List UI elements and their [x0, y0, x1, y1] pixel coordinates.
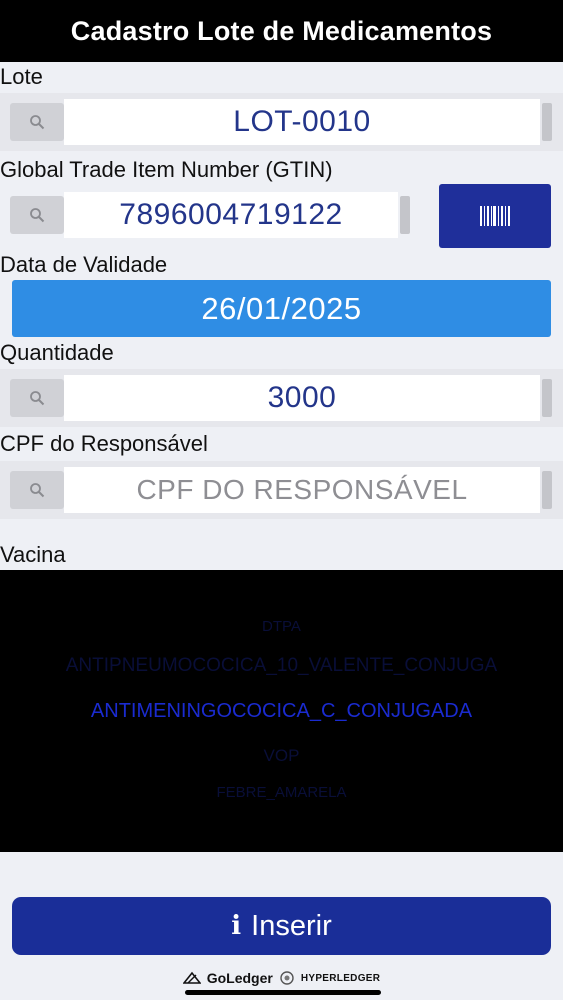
- lote-input[interactable]: LOT-0010: [64, 99, 540, 145]
- vacina-option[interactable]: ANTIPNEUMOCOCICA_10_VALENTE_CONJUGA: [0, 655, 563, 677]
- goledger-brand: GoLedger: [206, 970, 273, 986]
- gtin-search-button[interactable]: [10, 196, 64, 234]
- lote-search-bar[interactable]: LOT-0010: [0, 93, 563, 151]
- cpf-search-button[interactable]: [10, 471, 64, 509]
- hyperledger-logo-icon: [280, 971, 294, 985]
- hyperledger-brand: HYPERLEDGER: [300, 972, 381, 984]
- gtin-search-bar[interactable]: 7896004719122: [0, 186, 424, 244]
- home-indicator: [185, 990, 381, 995]
- vacina-picker[interactable]: DTPA ANTIPNEUMOCOCICA_10_VALENTE_CONJUGA…: [0, 570, 563, 852]
- gtin-input[interactable]: 7896004719122: [64, 192, 398, 238]
- cpf-input[interactable]: CPF DO RESPONSÁVEL: [64, 467, 540, 513]
- vacina-option[interactable]: VOP: [0, 746, 563, 766]
- quantidade-input[interactable]: 3000: [64, 375, 540, 421]
- quantidade-edge-handle: [542, 379, 552, 417]
- page-title: Cadastro Lote de Medicamentos: [0, 0, 563, 62]
- cpf-edge-handle: [542, 471, 552, 509]
- gtin-label: Global Trade Item Number (GTIN): [0, 157, 333, 182]
- validade-label: Data de Validade: [0, 252, 168, 277]
- vacina-option[interactable]: DTPA: [0, 618, 563, 635]
- vacina-option[interactable]: FEBRE_AMARELA: [0, 784, 563, 801]
- quantidade-search-bar[interactable]: 3000: [0, 369, 563, 427]
- cpf-search-bar[interactable]: CPF DO RESPONSÁVEL: [0, 461, 563, 519]
- validade-date-button[interactable]: 26/01/2025: [12, 280, 551, 337]
- lote-edge-handle: [542, 103, 552, 141]
- goledger-logo-icon: [182, 971, 201, 984]
- vacina-label: Vacina: [0, 542, 66, 567]
- insert-button-label: Inserir: [251, 909, 332, 942]
- search-icon: [30, 115, 45, 130]
- quantidade-search-button[interactable]: [10, 379, 64, 417]
- search-icon: [30, 483, 45, 498]
- info-icon: i: [231, 911, 242, 941]
- lote-search-button[interactable]: [10, 103, 64, 141]
- footer-brands: GoLedger HYPERLEDGER: [0, 966, 563, 990]
- gtin-edge-handle: [400, 196, 410, 234]
- cpf-label: CPF do Responsável: [0, 431, 208, 456]
- barcode-icon: [480, 206, 510, 226]
- scan-barcode-button[interactable]: [439, 184, 551, 248]
- lote-label: Lote: [0, 64, 43, 89]
- search-icon: [30, 208, 45, 223]
- insert-button[interactable]: i Inserir: [12, 897, 551, 955]
- search-icon: [30, 391, 45, 406]
- quantidade-label: Quantidade: [0, 340, 114, 365]
- vacina-option-selected[interactable]: ANTIMENINGOCOCICA_C_CONJUGADA: [0, 700, 563, 723]
